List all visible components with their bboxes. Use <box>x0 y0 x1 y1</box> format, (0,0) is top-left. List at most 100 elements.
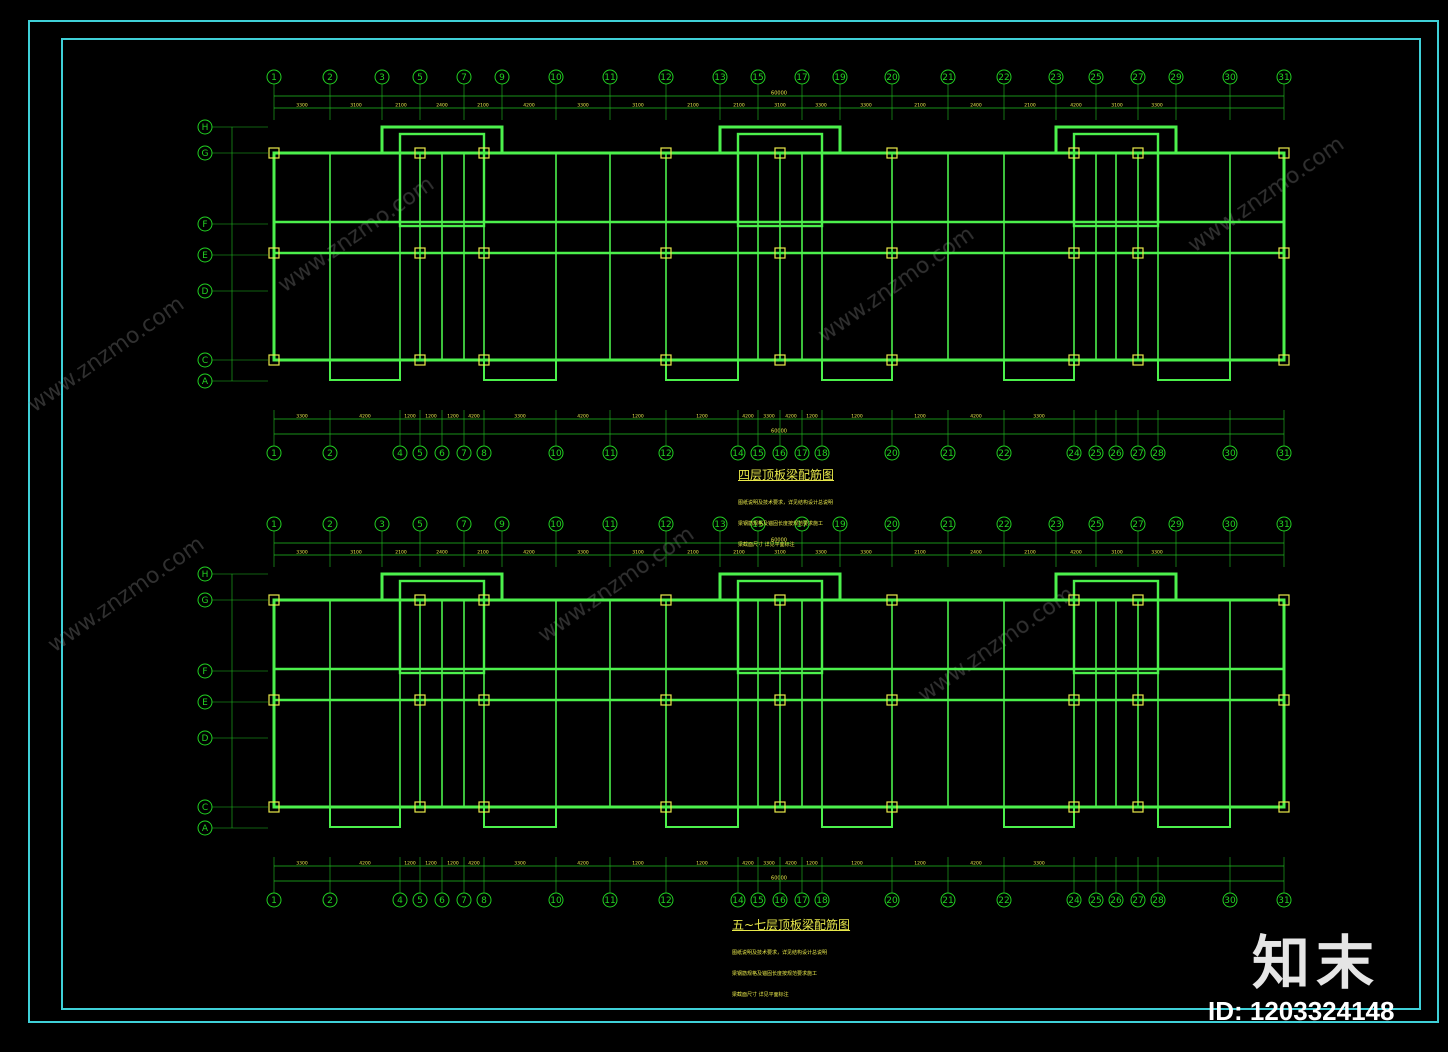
balcony <box>821 359 893 381</box>
beam-reinforcement-plans: www.znzmo.com www.znzmo.com www.znzmo.com w… <box>24 69 1349 908</box>
dimension-text: 1200 <box>425 861 437 867</box>
axis-label: 9 <box>499 520 505 530</box>
axis-label: 28 <box>1152 896 1164 906</box>
plan-note-line: 梁钢筋规格及锚固长度按规范要求施工 <box>732 971 818 977</box>
watermark-text: www.znzmo.com <box>814 222 979 348</box>
axis-label: 2 <box>327 520 333 530</box>
balcony <box>483 359 557 381</box>
axis-label: 2 <box>327 896 333 906</box>
dimension-text: 3100 <box>350 550 362 556</box>
dimension-text: 1200 <box>632 414 644 420</box>
balcony <box>329 806 401 828</box>
axis-label: 18 <box>816 896 828 906</box>
dimension-text: 1200 <box>447 861 459 867</box>
axis-label: 13 <box>714 520 725 530</box>
dimension-text: 4200 <box>468 861 480 867</box>
floor-plan-1: 1 2 3 5 7 9 10 11 12 13 15 17 19 20 21 22 23 25 27 29 30 3160… <box>197 69 1292 461</box>
axis-label: 25 <box>1090 896 1101 906</box>
axis-label: 25 <box>1090 449 1101 459</box>
axis-label: 5 <box>417 449 423 459</box>
axis-label: G <box>202 596 209 606</box>
dimension-text: 4200 <box>359 414 371 420</box>
dimension-text: 4200 <box>742 414 754 420</box>
axis-label: 22 <box>998 449 1009 459</box>
axis-label: 2 <box>327 449 333 459</box>
znzmo-logo: 知末 <box>1252 929 1381 997</box>
total-dimension: 60000 <box>771 429 787 435</box>
axis-label: 29 <box>1170 520 1182 530</box>
axis-label: 24 <box>1068 449 1080 459</box>
dimension-text: 1200 <box>914 861 926 867</box>
axis-label: 17 <box>796 896 807 906</box>
dimension-text: 4200 <box>1070 103 1082 109</box>
axis-label: 12 <box>660 896 671 906</box>
axis-label: 20 <box>886 449 898 459</box>
axis-label: 30 <box>1224 896 1236 906</box>
axis-label: 7 <box>461 520 467 530</box>
image-id-label: ID: 1203324148 <box>1208 996 1395 1026</box>
dimension-text: 4200 <box>970 414 982 420</box>
dimension-text: 2100 <box>687 550 699 556</box>
balcony <box>821 806 893 828</box>
balcony <box>665 359 739 381</box>
dimension-text: 3100 <box>1111 103 1123 109</box>
axis-label: E <box>202 698 208 708</box>
total-dimension: 60000 <box>771 91 787 97</box>
dimension-text: 4200 <box>523 103 535 109</box>
dimension-text: 3300 <box>577 103 589 109</box>
axis-label: 29 <box>1170 73 1182 83</box>
dimension-text: 4200 <box>1070 550 1082 556</box>
axis-label: 7 <box>461 73 467 83</box>
axis-label: 10 <box>550 520 562 530</box>
dimension-text: 3100 <box>632 550 644 556</box>
watermark-text: www.znzmo.com <box>274 172 439 298</box>
axis-label: 31 <box>1278 73 1289 83</box>
dimension-text: 3300 <box>514 861 526 867</box>
axis-label: 15 <box>752 73 763 83</box>
dimension-text: 3100 <box>1111 550 1123 556</box>
balcony <box>329 359 401 381</box>
dimension-text: 2100 <box>395 550 407 556</box>
dimension-text: 2100 <box>687 103 699 109</box>
dimension-text: 1200 <box>806 414 818 420</box>
plan-note-line: 图纸说明及技术要求，详见结构设计总说明 <box>732 950 828 956</box>
dimension-text: 3300 <box>1033 414 1045 420</box>
dimension-text: 3300 <box>577 550 589 556</box>
watermark-text: www.znzmo.com <box>1184 132 1349 258</box>
axis-label: 1 <box>271 73 277 83</box>
dimension-text: 3300 <box>296 103 308 109</box>
axis-label: 16 <box>774 896 786 906</box>
axis-label: 8 <box>481 449 487 459</box>
axis-label: 2 <box>327 73 333 83</box>
axis-label: 26 <box>1110 896 1122 906</box>
axis-label: 23 <box>1050 520 1061 530</box>
dimension-text: 3300 <box>296 861 308 867</box>
dimension-text: 1200 <box>851 414 863 420</box>
axis-label: 1 <box>271 896 277 906</box>
dimension-text: 2100 <box>914 103 926 109</box>
axis-label: C <box>202 356 208 366</box>
floor-plan-2: 1 2 3 5 7 9 10 11 12 13 15 17 19 20 21 22 23 25 27 29 30 3160… <box>197 516 1292 908</box>
dimension-text: 3300 <box>815 103 827 109</box>
axis-label: 12 <box>660 73 671 83</box>
axis-label: 11 <box>604 896 615 906</box>
axis-label: 30 <box>1224 73 1236 83</box>
cad-drawing-sheet: www.znzmo.com www.znzmo.com www.znzmo.com w… <box>0 0 1448 1052</box>
dimension-text: 3300 <box>860 103 872 109</box>
dimension-text: 1200 <box>806 861 818 867</box>
axis-label: 21 <box>942 449 953 459</box>
axis-label: 30 <box>1224 520 1236 530</box>
axis-label: 31 <box>1278 449 1289 459</box>
axis-label: 31 <box>1278 896 1289 906</box>
dimension-text: 4200 <box>577 414 589 420</box>
axis-label: 22 <box>998 520 1009 530</box>
plan-title-2: 五~七层顶板梁配筋图 <box>732 918 851 932</box>
dimension-text: 3100 <box>774 103 786 109</box>
dimension-text: 3300 <box>763 414 775 420</box>
axis-label: 8 <box>481 896 487 906</box>
axis-label: 25 <box>1090 520 1101 530</box>
axis-label: 3 <box>379 520 385 530</box>
axis-label: D <box>202 287 209 297</box>
axis-label: 9 <box>499 73 505 83</box>
axis-label: D <box>202 734 209 744</box>
